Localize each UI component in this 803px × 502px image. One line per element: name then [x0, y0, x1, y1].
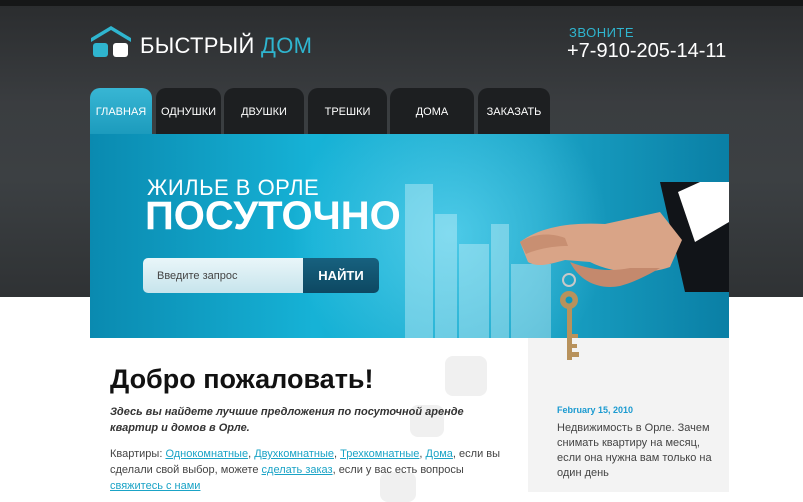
logo-text: БЫСТРЫЙ ДОМ [140, 33, 312, 59]
link-three-room[interactable]: Трехкомнатные [340, 448, 419, 460]
nav-tab-one-room[interactable]: ОДНУШКИ [156, 88, 221, 134]
link-one-room[interactable]: Однокомнатные [165, 448, 248, 460]
link-houses[interactable]: Дома [426, 448, 453, 460]
news-date: February 15, 2010 [557, 405, 634, 415]
nav-tab-home[interactable]: ГЛАВНАЯ [90, 88, 152, 134]
search-input[interactable] [143, 258, 303, 293]
banner-title: ПОСУТОЧНО [145, 194, 401, 238]
phone-number: +7-910-205-14-11 [567, 40, 727, 62]
search-button[interactable]: НАЙТИ [303, 258, 379, 293]
link-make-order[interactable]: сделать заказ [262, 464, 333, 476]
news-text[interactable]: Недвижимость в Орле. Зачем снимать кварт… [557, 421, 717, 481]
hand-holding-keys-image [520, 182, 729, 292]
logo-name-part1: БЫСТРЫЙ [140, 33, 255, 58]
nav-tab-two-room[interactable]: ДВУШКИ [224, 88, 304, 134]
phone-label: ЗВОНИТЕ [569, 25, 635, 40]
intro-text: Здесь вы найдете лучшие предложения по п… [110, 406, 464, 434]
hero-banner: ЖИЛЬЕ В ОРЛЕ ПОСУТОЧНО НАЙТИ [90, 134, 729, 338]
logo-name-part2: ДОМ [261, 33, 313, 58]
nav-tab-houses[interactable]: ДОМА [390, 88, 474, 134]
body-text-prefix: Квартиры: [110, 448, 166, 460]
body-paragraph: Квартиры: Однокомнатные, Двухкомнатные, … [110, 446, 510, 494]
link-two-room[interactable]: Двухкомнатные [254, 448, 334, 460]
body-text-middle: , если у вас есть вопросы [332, 464, 464, 476]
nav-tab-order[interactable]: ЗАКАЗАТЬ [478, 88, 550, 134]
keys-icon [560, 273, 579, 360]
page-title: Добро пожаловать! [110, 364, 374, 394]
house-logo-icon [91, 26, 131, 57]
decorative-square [445, 356, 487, 396]
link-contact-us[interactable]: свяжитесь с нами [110, 480, 200, 492]
nav-tab-three-room[interactable]: ТРЕШКИ [308, 88, 387, 134]
